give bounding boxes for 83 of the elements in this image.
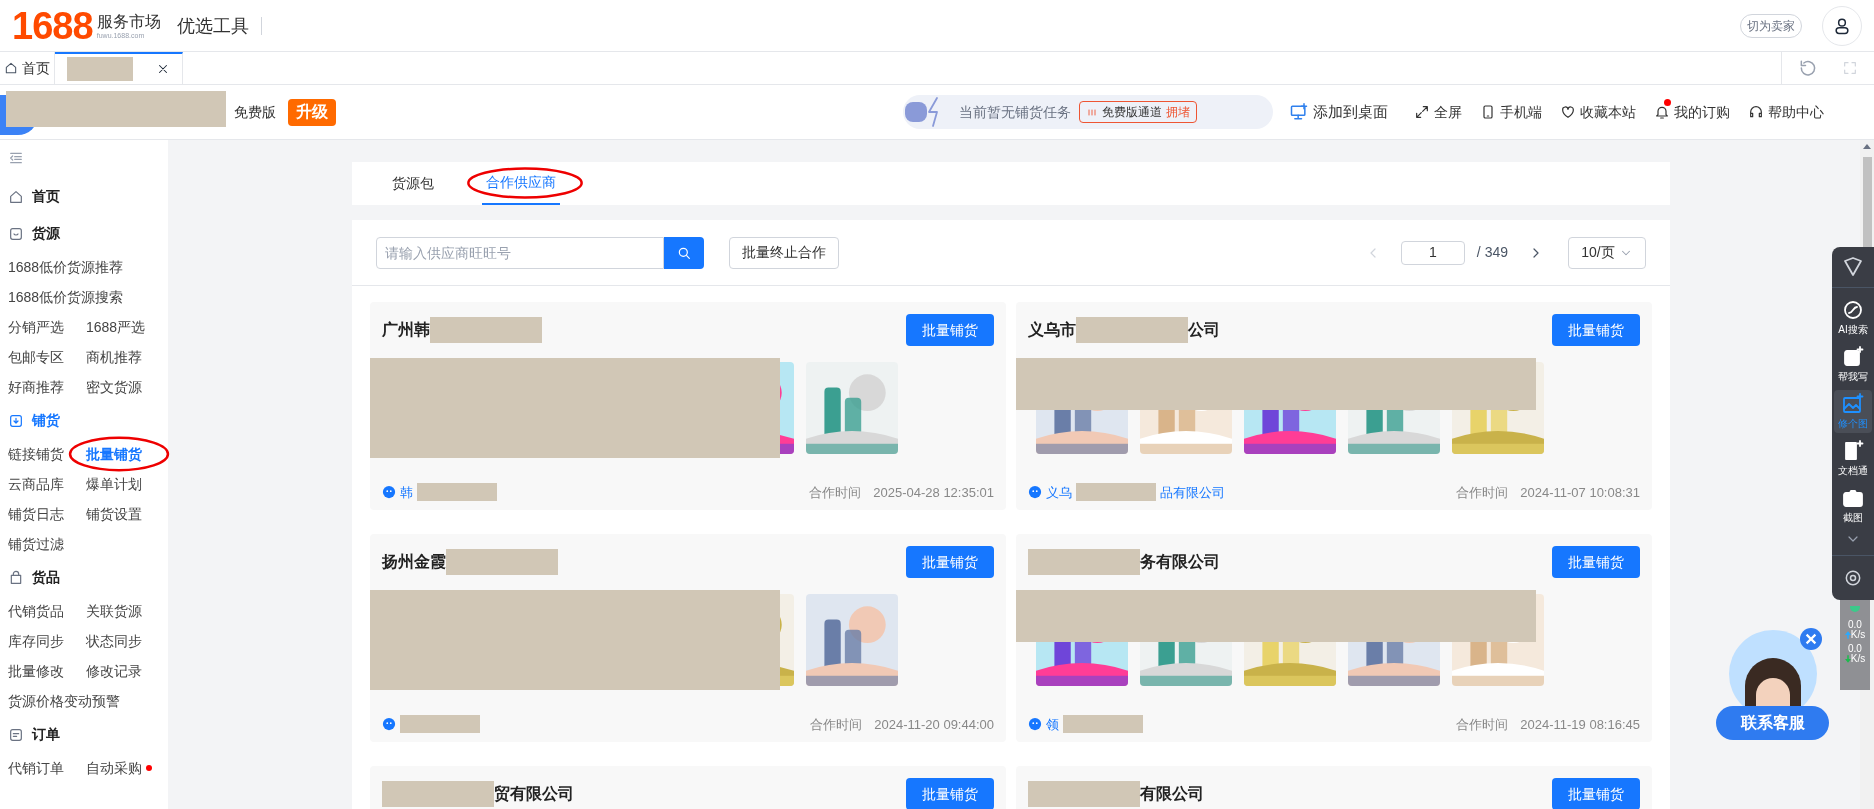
side-tool-button[interactable]: AI搜索 [1834,296,1872,339]
speed-value: 0.0 [1848,620,1862,630]
supplier-contact-link[interactable]: 领 [1046,714,1059,734]
bulk-distribute-button[interactable]: 批量铺货 [906,778,994,809]
cooperation-time: 2025-04-28 12:35:01 [873,483,994,502]
content-tab[interactable]: 合作供应商 [482,162,560,205]
toolbar-action[interactable]: 添加到桌面 [1289,100,1388,124]
sidebar-item[interactable]: 铺货过滤 [8,533,64,555]
supplier-contact-link[interactable]: 义乌 [1046,482,1072,502]
bulk-distribute-button[interactable]: 批量铺货 [1552,546,1640,578]
side-tool-button[interactable]: 文档通 [1834,437,1872,480]
speed-value: 0.0 [1848,644,1862,654]
logo-title: 服务市场 [96,12,161,32]
toolbar-action[interactable]: 全屏 [1414,101,1462,123]
contact-service-button[interactable]: 联系客服 [1716,706,1829,740]
cooperation-time-label: 合作时间 [809,483,862,502]
sidebar-item[interactable]: 铺货日志 [8,503,64,525]
supplier-contact-link[interactable]: 韩 [400,482,413,502]
cooperation-time-label: 合作时间 [1456,715,1509,734]
supplier-name: 广州韩 [382,320,430,340]
supplier-name: 务有限公司 [1140,552,1220,572]
bulk-distribute-button[interactable]: 批量铺货 [906,546,994,578]
sidebar-item[interactable]: 1688低价货源搜索 [8,286,124,308]
sidebar-item[interactable]: 批量修改 [8,660,64,682]
sidebar-section[interactable]: 首页 [8,178,160,215]
sidebar-item[interactable]: 爆单计划 [86,473,142,495]
sidebar-section[interactable]: 货源 [8,215,160,252]
sidebar-item[interactable]: 自动采购 [86,757,142,779]
supplier-contact-link[interactable]: 品有限公司 [1160,482,1225,502]
sidebar-item[interactable]: 商机推荐 [86,346,142,368]
supplier-name: 公司 [1188,320,1220,340]
supplier-name: 有限公司 [1140,784,1204,804]
page-number-field[interactable]: 1 [1400,240,1465,265]
sidebar-item[interactable]: 货源价格变动预警 [8,690,120,712]
cooperation-time: 2024-11-19 08:16:45 [1520,715,1640,734]
page-tab[interactable]: 首页 [0,52,55,84]
sidebar-item[interactable]: 关联货源 [86,600,142,622]
cooperation-time: 2024-11-07 10:08:31 [1520,483,1640,502]
sidebar-item[interactable]: 状态同步 [86,630,142,652]
sidebar-item[interactable]: 分销严选 [8,316,64,338]
sidebar-item[interactable]: 库存同步 [8,630,64,652]
sidebar-section[interactable]: 货品 [8,559,160,596]
speed-unit: K/s [1850,654,1866,664]
speed-unit: K/s [1850,630,1866,640]
bulk-distribute-button[interactable]: 批量铺货 [1552,778,1640,809]
toolbar-action[interactable]: 收藏本站 [1560,101,1636,123]
sidebar-item[interactable]: 1688严选 [86,316,146,338]
bulk-distribute-button[interactable]: 批量铺货 [906,314,994,346]
task-status: 当前暂无铺货任务 [959,102,1071,122]
bulk-terminate-button[interactable]: 批量终止合作 [729,236,839,269]
toolbar-action[interactable]: 手机端 [1480,101,1542,123]
sidebar-section[interactable]: 订单 [8,716,160,753]
cooperation-time-label: 合作时间 [1456,483,1509,502]
channel-state: 拥堵 [1166,104,1190,121]
sidebar-item[interactable]: 包邮专区 [8,346,64,368]
plan-label: 免费版 [234,102,276,122]
supplier-name: 贸有限公司 [494,784,574,805]
sidebar-item[interactable]: 链接铺货 [8,443,64,465]
toolbar-action[interactable]: 我的订购 [1654,101,1730,123]
sidebar-item[interactable]: 好商推荐 [8,376,64,398]
cooperation-time-label: 合作时间 [810,715,863,734]
sidebar-item[interactable]: 云商品库 [8,473,64,495]
cooperation-time: 2024-11-20 09:44:00 [874,715,994,734]
page-total: / 349 [1476,243,1508,262]
content-tab[interactable]: 货源包 [388,162,438,205]
side-tool-button[interactable]: 截图 [1834,484,1872,527]
app-title: 优选工具 [176,16,262,35]
side-tool-button[interactable]: 帮我写 [1834,343,1872,386]
sidebar-item[interactable]: 1688低价货源推荐 [8,256,124,278]
bulk-distribute-button[interactable]: 批量铺货 [1552,314,1640,346]
page-size-select[interactable]: 10/页 [1568,236,1646,269]
supplier-name: 扬州金霞 [382,552,446,572]
channel-label: 免费版通道 [1102,104,1162,121]
sidebar-item[interactable]: 代销货品 [8,600,64,622]
sidebar-item[interactable]: 密文货源 [86,376,142,398]
sidebar-section[interactable]: 铺货 [8,402,160,439]
sidebar-item[interactable]: 代销订单 [8,757,64,779]
toolbar-action[interactable]: 帮助中心 [1748,101,1824,123]
page-tab-label: 首页 [22,58,50,78]
sidebar-item[interactable]: 修改记录 [86,660,142,682]
sidebar-item[interactable]: 铺货设置 [86,503,142,525]
supplier-name: 义乌市 [1028,320,1076,340]
supplier-search-field[interactable]: 请输入供应商旺旺号 [376,236,664,269]
